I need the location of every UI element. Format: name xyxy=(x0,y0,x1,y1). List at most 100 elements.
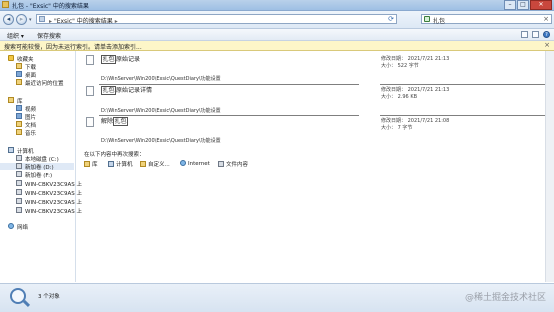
date-value: 2021/7/21 21:08 xyxy=(407,118,450,124)
network-icon xyxy=(8,223,14,229)
result-date: 修改日期： 2021/7/21 21:13 xyxy=(381,86,449,93)
search-highlight: 扎包 xyxy=(101,55,117,64)
music-icon xyxy=(16,129,22,135)
nav-label: 收藏夹 xyxy=(17,57,34,63)
option-label: 计算机 xyxy=(116,162,133,168)
window-title: 扎包 - "Exsic" 中的搜索结果 xyxy=(12,3,89,10)
library-icon xyxy=(8,97,14,103)
search-input[interactable]: 扎包 xyxy=(433,16,445,25)
search-again-internet[interactable]: Internet xyxy=(180,160,210,167)
result-path: D:\WinServer\Win200\Exsic\QuestDiary\功能设… xyxy=(101,108,221,114)
info-bar-text[interactable]: 搜索可能较慢，因为未运行索引。请单击添加索引... xyxy=(4,42,142,51)
minimize-button[interactable]: – xyxy=(504,0,516,10)
command-bar: 组织 ▾ 保存搜索 ? xyxy=(0,29,554,41)
network-drive-icon xyxy=(16,180,22,186)
file-icon xyxy=(86,55,94,65)
address-bar: ◂ ▸ ▾ ▸ "Exsic" 中的搜索结果 ▸ ⟳ 扎包 × xyxy=(0,11,554,29)
option-label: 库 xyxy=(92,162,98,168)
nav-item-drive-d[interactable]: 新加卷 (D:) xyxy=(0,163,74,171)
result-name[interactable]: 解除 扎包 xyxy=(101,116,129,126)
clear-search-icon[interactable]: × xyxy=(543,15,549,23)
row-divider xyxy=(380,115,545,116)
network-drive-icon xyxy=(16,189,22,195)
recent-places-icon xyxy=(16,79,22,85)
watermark: @稀土掘金技术社区 xyxy=(464,293,546,303)
row-divider xyxy=(99,115,359,116)
nav-label: 本地磁盘 (C:) xyxy=(25,157,59,163)
result-name[interactable]: 扎包 原始记录 xyxy=(101,54,141,64)
address-field[interactable]: ▸ "Exsic" 中的搜索结果 ▸ ⟳ xyxy=(36,14,397,25)
breadcrumb-separator: ▸ xyxy=(49,18,53,25)
nav-label: 音乐 xyxy=(25,131,37,137)
internet-icon xyxy=(180,160,186,166)
size-label: 大小： xyxy=(381,125,397,131)
nav-label: 文档 xyxy=(25,123,37,129)
folder-icon xyxy=(2,1,9,8)
result-date: 修改日期： 2021/7/21 21:08 xyxy=(381,117,449,124)
nav-label: 视频 xyxy=(25,107,37,113)
forward-button[interactable]: ▸ xyxy=(16,14,27,25)
result-name[interactable]: 扎包 原始记录详情 xyxy=(101,85,152,95)
option-label: 文件内容 xyxy=(226,162,249,168)
picture-icon xyxy=(16,113,22,119)
file-icon xyxy=(86,86,94,96)
nav-label: 新加卷 (F:) xyxy=(25,173,53,179)
downloads-icon xyxy=(16,63,22,69)
search-icon xyxy=(424,16,430,22)
search-results-icon xyxy=(10,288,26,304)
computer-icon xyxy=(108,161,114,167)
result-size: 大小： 522 字节 xyxy=(381,62,419,69)
size-label: 大小： xyxy=(381,63,397,69)
computer-icon xyxy=(8,147,14,153)
help-icon[interactable]: ? xyxy=(543,31,550,38)
nav-label: 计算机 xyxy=(17,149,34,155)
result-name-rest: 原始记录 xyxy=(116,56,141,63)
maximize-button[interactable]: □ xyxy=(517,0,529,10)
nav-label: 网络 xyxy=(17,225,29,231)
vertical-scrollbar[interactable] xyxy=(545,51,554,282)
search-again-label: 在以下内容中再次搜索： xyxy=(84,152,145,158)
view-controls: ? xyxy=(521,31,550,38)
breadcrumb-item[interactable]: "Exsic" 中的搜索结果 xyxy=(54,18,113,25)
drive-icon xyxy=(16,171,22,177)
search-again-file-contents[interactable]: 文件内容 xyxy=(218,160,248,168)
option-label: 自定义... xyxy=(148,162,170,168)
result-path: D:\WinServer\Win200\Exsic\QuestDiary\功能设… xyxy=(101,138,221,144)
close-button[interactable]: ✕ xyxy=(530,0,552,10)
search-again-custom[interactable]: 自定义... xyxy=(140,160,170,168)
file-icon xyxy=(86,117,94,127)
drive-icon xyxy=(16,155,22,161)
back-button[interactable]: ◂ xyxy=(3,14,14,25)
info-bar[interactable]: 搜索可能较慢，因为未运行索引。请单击添加索引... × xyxy=(0,41,554,51)
recent-pages-dropdown[interactable]: ▾ xyxy=(29,17,32,23)
network-drive-icon xyxy=(16,198,22,204)
result-size: 大小： 2.96 KB xyxy=(381,93,417,100)
custom-folder-icon xyxy=(140,161,146,167)
search-box[interactable]: 扎包 × xyxy=(421,14,552,25)
desktop-icon xyxy=(16,71,22,77)
breadcrumb[interactable]: ▸ "Exsic" 中的搜索结果 ▸ xyxy=(49,16,118,25)
view-options-icon[interactable] xyxy=(521,31,528,38)
details-pane: 3 个对象 @稀土掘金技术社区 xyxy=(0,283,554,312)
result-size: 大小： 7 字节 xyxy=(381,124,412,131)
drive-icon xyxy=(16,163,22,169)
info-bar-close-icon[interactable]: × xyxy=(544,41,550,49)
search-again-computer[interactable]: 计算机 xyxy=(108,160,133,168)
nav-label: WIN-CBKV23C9AS 上 xyxy=(25,182,82,188)
save-search-button[interactable]: 保存搜索 xyxy=(37,31,61,40)
result-name-prefix: 解除 xyxy=(101,118,114,125)
search-again-libraries[interactable]: 库 xyxy=(84,160,98,168)
size-value: 522 字节 xyxy=(397,63,419,69)
nav-label: 新加卷 (D:) xyxy=(25,165,54,171)
network-drive-icon xyxy=(16,207,22,213)
video-icon xyxy=(16,105,22,111)
refresh-icon[interactable]: ⟳ xyxy=(388,15,394,23)
file-contents-icon xyxy=(218,161,224,167)
size-value: 2.96 KB xyxy=(397,94,418,100)
organize-button[interactable]: 组织 ▾ xyxy=(7,31,24,40)
nav-label: 库 xyxy=(17,99,23,105)
nav-label: 图片 xyxy=(25,115,37,121)
preview-pane-icon[interactable] xyxy=(532,31,539,38)
size-value: 7 字节 xyxy=(397,125,413,131)
result-date: 修改日期： 2021/7/21 21:13 xyxy=(381,55,449,62)
